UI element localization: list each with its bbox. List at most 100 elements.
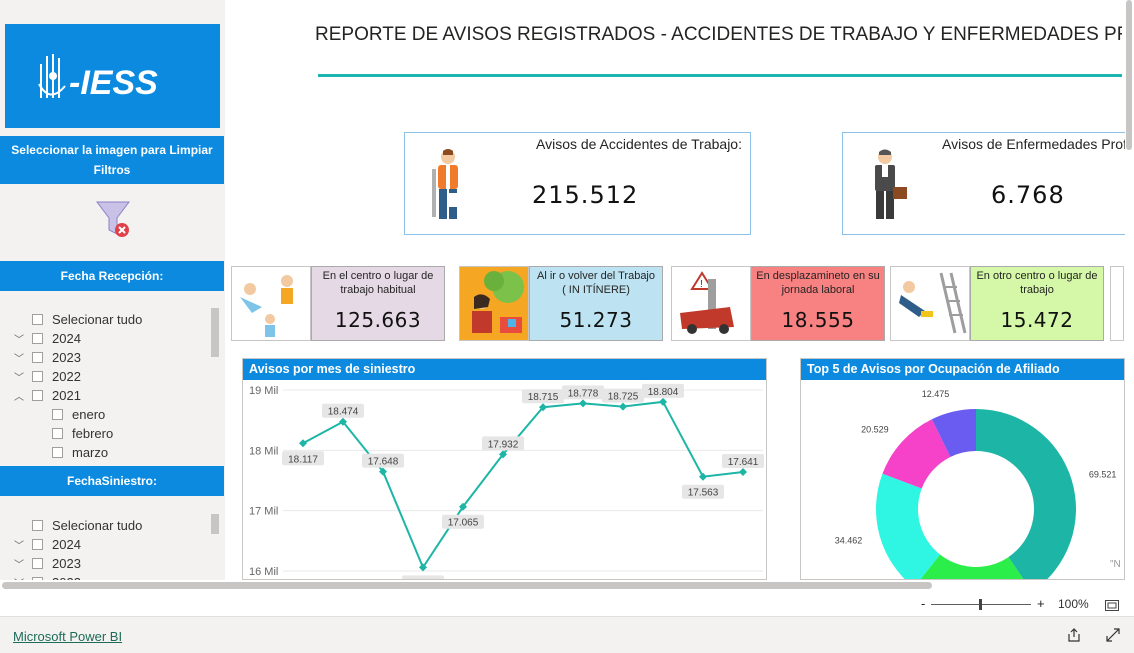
kpi-enfermedades-label: Avisos de Enfermedades Profesionales:: [942, 136, 1131, 152]
title-underline: [318, 74, 1122, 77]
slicer-checkbox[interactable]: [32, 390, 43, 401]
expand-chevron-icon[interactable]: ﹀: [12, 350, 26, 365]
category-3-label: En desplazamineto en su jornada laboral: [756, 270, 880, 296]
donut-data-label: 20.529: [861, 425, 889, 435]
slicer-checkbox[interactable]: [52, 447, 63, 458]
donut-chart-visual[interactable]: Top 5 de Avisos por Ocupación de Afiliad…: [800, 358, 1125, 580]
slicer-item[interactable]: ﹀ 2023: [12, 554, 212, 573]
donut-chart-title: Top 5 de Avisos por Ocupación de Afiliad…: [801, 359, 1124, 380]
expand-chevron-icon[interactable]: ﹀: [12, 369, 26, 384]
slicer-item-label: 2024: [52, 331, 81, 346]
kpi-enfermedades-card[interactable]: Avisos de Enfermedades Profesionales: 6.…: [842, 132, 1132, 235]
slicer-item[interactable]: marzo: [12, 443, 212, 462]
clear-filters-icon[interactable]: [95, 200, 135, 240]
expand-chevron-icon[interactable]: ﹀: [12, 556, 26, 571]
category-4-label: En otro centro o lugar de trabajo: [976, 270, 1098, 296]
slicer-item[interactable]: ﹀ 2024: [12, 535, 212, 554]
slicer-item-label: 2021: [52, 388, 81, 403]
data-label: 18.804: [648, 387, 679, 398]
donut-data-label: 69.521: [1089, 469, 1117, 479]
slicer-item-label: 2023: [52, 350, 81, 365]
kpi-accidentes-label: Avisos de Accidentes de Trabajo:: [536, 136, 742, 152]
line-chart-visual[interactable]: Avisos por mes de siniestro 16 Mil 17 Mil…: [242, 358, 767, 580]
expand-chevron-icon[interactable]: ﹀: [12, 537, 26, 552]
zoom-level: 100%: [1058, 597, 1089, 611]
slicer-checkbox[interactable]: [32, 539, 43, 550]
kpi-accidentes-card[interactable]: Avisos de Accidentes de Trabajo: 215.512: [404, 132, 751, 235]
data-point: [739, 467, 747, 476]
zoom-bar: - + 100%: [0, 592, 1134, 616]
category-1-label: En el centro o lugar de trabajo habitual: [322, 270, 434, 296]
slicer-scrollbar[interactable]: [211, 308, 219, 357]
expand-chevron-icon[interactable]: ︿: [12, 388, 26, 403]
zoom-in-button[interactable]: +: [1037, 596, 1045, 611]
data-label: 17.932: [488, 439, 519, 450]
vertical-scroll-thumb[interactable]: [1126, 0, 1132, 150]
svg-text:!: !: [700, 279, 703, 290]
line-chart-title: Avisos por mes de siniestro: [243, 359, 766, 380]
slicer-item[interactable]: Selecionar tudo: [12, 516, 212, 535]
slicer-item[interactable]: ﹀2022: [12, 573, 212, 580]
category-4-card[interactable]: En otro centro o lugar de trabajo 15.472: [970, 266, 1104, 341]
expand-chevron-icon[interactable]: ﹀: [12, 331, 26, 346]
slicer-checkbox[interactable]: [32, 371, 43, 382]
data-point: [299, 439, 307, 448]
donut-truncated-label: "N: [1110, 559, 1121, 570]
horizontal-scroll-thumb[interactable]: [2, 582, 932, 589]
slicer-checkbox[interactable]: [52, 428, 63, 439]
zoom-slider-handle[interactable]: [979, 599, 982, 610]
y-tick-label: 17 Mil: [249, 506, 278, 518]
data-label: 18.715: [528, 392, 559, 403]
data-point: [699, 472, 707, 481]
svg-text:-IESS: -IESS: [69, 64, 158, 102]
fecha-recepcion-slicer: Selecionar tudo ﹀ 2024 ﹀ 2023 ﹀ 2022 ︿ 2021 enero…: [12, 310, 212, 462]
slicer-checkbox[interactable]: [32, 314, 43, 325]
line-chart-svg: 16 Mil 17 Mil 18 Mil 19 Mil 18.117 18.474 17.6…: [249, 383, 764, 579]
fecha-siniestro-header: FechaSiniestro:: [0, 466, 224, 496]
slicer-item-label: febrero: [72, 426, 114, 441]
slicer-item[interactable]: ︿ 2021: [12, 386, 212, 405]
slicer-checkbox[interactable]: [32, 352, 43, 363]
slicer-checkbox[interactable]: [32, 520, 43, 531]
donut-chart-svg: 69.521 34.462 20.529 12.475: [835, 389, 1117, 579]
data-label: 18.725: [608, 392, 639, 403]
fullscreen-icon[interactable]: [1106, 628, 1120, 642]
slicer-checkbox[interactable]: [32, 558, 43, 569]
data-point: [659, 397, 667, 406]
kpi-enfermedades-value: 6.768: [991, 181, 1065, 209]
slicer-item[interactable]: ﹀ 2023: [12, 348, 212, 367]
y-tick-label: 18 Mil: [249, 445, 278, 457]
injured-worker-icon: [423, 147, 473, 225]
slicer-item-label: marzo: [72, 445, 109, 460]
category-1-card[interactable]: En el centro o lugar de trabajo habitual…: [311, 266, 445, 341]
fit-to-page-icon[interactable]: [1105, 598, 1119, 611]
category-4-value: 15.472: [1000, 308, 1074, 332]
slicer-item[interactable]: Selecionar tudo: [12, 310, 212, 329]
category-2-value: 51.273: [559, 308, 633, 332]
data-point: [579, 399, 587, 408]
slicer-item-label: 2024: [52, 537, 81, 552]
category-2-card[interactable]: Al ir o volver del Trabajo ( IN ITÍNERE)…: [529, 266, 663, 341]
y-tick-label: 19 Mil: [249, 385, 278, 397]
category-3-card[interactable]: En desplazamineto en su jornada laboral …: [751, 266, 885, 341]
slicer-item-label: 2023: [52, 556, 81, 571]
slicer-item[interactable]: febrero: [12, 424, 212, 443]
share-icon[interactable]: [1067, 628, 1081, 642]
zoom-out-button[interactable]: -: [921, 596, 925, 611]
fecha-recepcion-header: Fecha Recepción:: [0, 261, 224, 291]
category-5-card-partial[interactable]: [1110, 266, 1124, 341]
slicer-checkbox[interactable]: [52, 409, 63, 420]
slicer-item[interactable]: ﹀2022: [12, 367, 212, 386]
slicer-scrollbar[interactable]: [211, 514, 219, 534]
category-3-value: 18.555: [781, 308, 855, 332]
slicer-item[interactable]: enero: [12, 405, 212, 424]
donut-slice: [876, 473, 941, 579]
fecha-siniestro-slicer: Selecionar tudo ﹀ 2024 ﹀ 2023 ﹀2022: [12, 516, 212, 580]
category-3-image: !: [671, 266, 751, 341]
power-bi-link[interactable]: Microsoft Power BI: [13, 629, 122, 644]
donut-data-label: 34.462: [835, 535, 863, 545]
data-label: 17.641: [728, 457, 759, 468]
slicer-item[interactable]: ﹀ 2024: [12, 329, 212, 348]
slicer-checkbox[interactable]: [32, 333, 43, 344]
data-label: 17.563: [688, 488, 719, 499]
